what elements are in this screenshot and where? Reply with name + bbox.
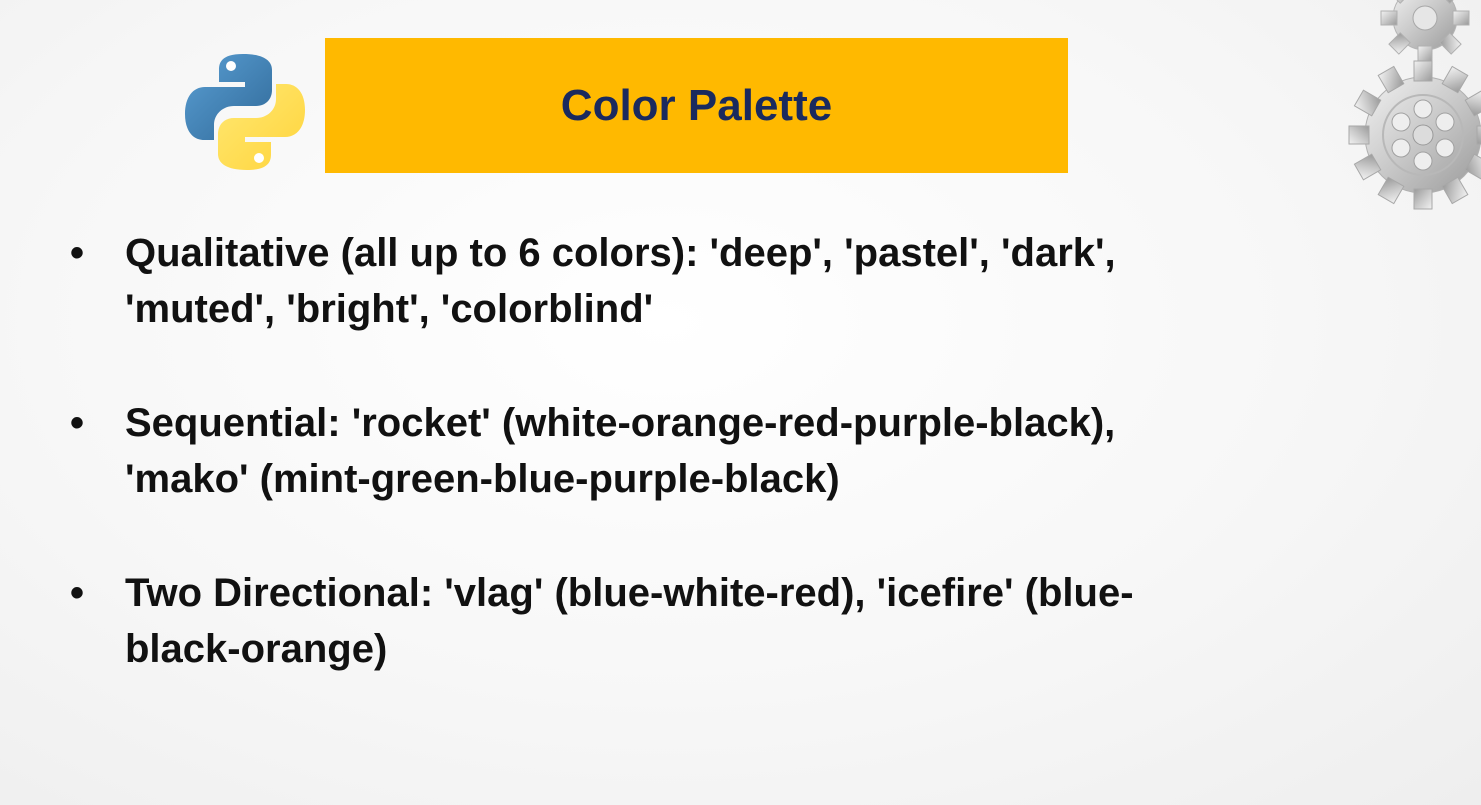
python-logo-icon <box>185 54 305 170</box>
list-item: • Two Directional: 'vlag' (blue-white-re… <box>70 565 1370 677</box>
bullet-text-line: 'mako' (mint-green-blue-purple-black) <box>125 457 840 501</box>
bullet-icon: • <box>70 401 85 445</box>
list-item: • Sequential: 'rocket' (white-orange-red… <box>70 395 1370 507</box>
slide: Color Palette • Qualitative (all up to 6… <box>0 0 1481 805</box>
bullet-text-line: Sequential: 'rocket' (white-orange-red-p… <box>125 401 1116 445</box>
bullet-text-line: 'muted', 'bright', 'colorblind' <box>125 287 654 331</box>
bullet-text-line: Qualitative (all up to 6 colors): 'deep'… <box>125 231 1116 275</box>
slide-title: Color Palette <box>560 80 833 130</box>
bullet-text-line: Two Directional: 'vlag' (blue-white-red)… <box>125 571 1134 615</box>
title-banner: Color Palette <box>325 38 1068 173</box>
bullet-icon: • <box>70 571 85 615</box>
bullet-text-line: black-orange) <box>125 627 388 671</box>
list-item: • Qualitative (all up to 6 colors): 'dee… <box>70 225 1370 337</box>
bullet-icon: • <box>70 231 85 275</box>
gears-icon <box>1348 0 1481 210</box>
bullet-list: • Qualitative (all up to 6 colors): 'dee… <box>70 225 1370 735</box>
